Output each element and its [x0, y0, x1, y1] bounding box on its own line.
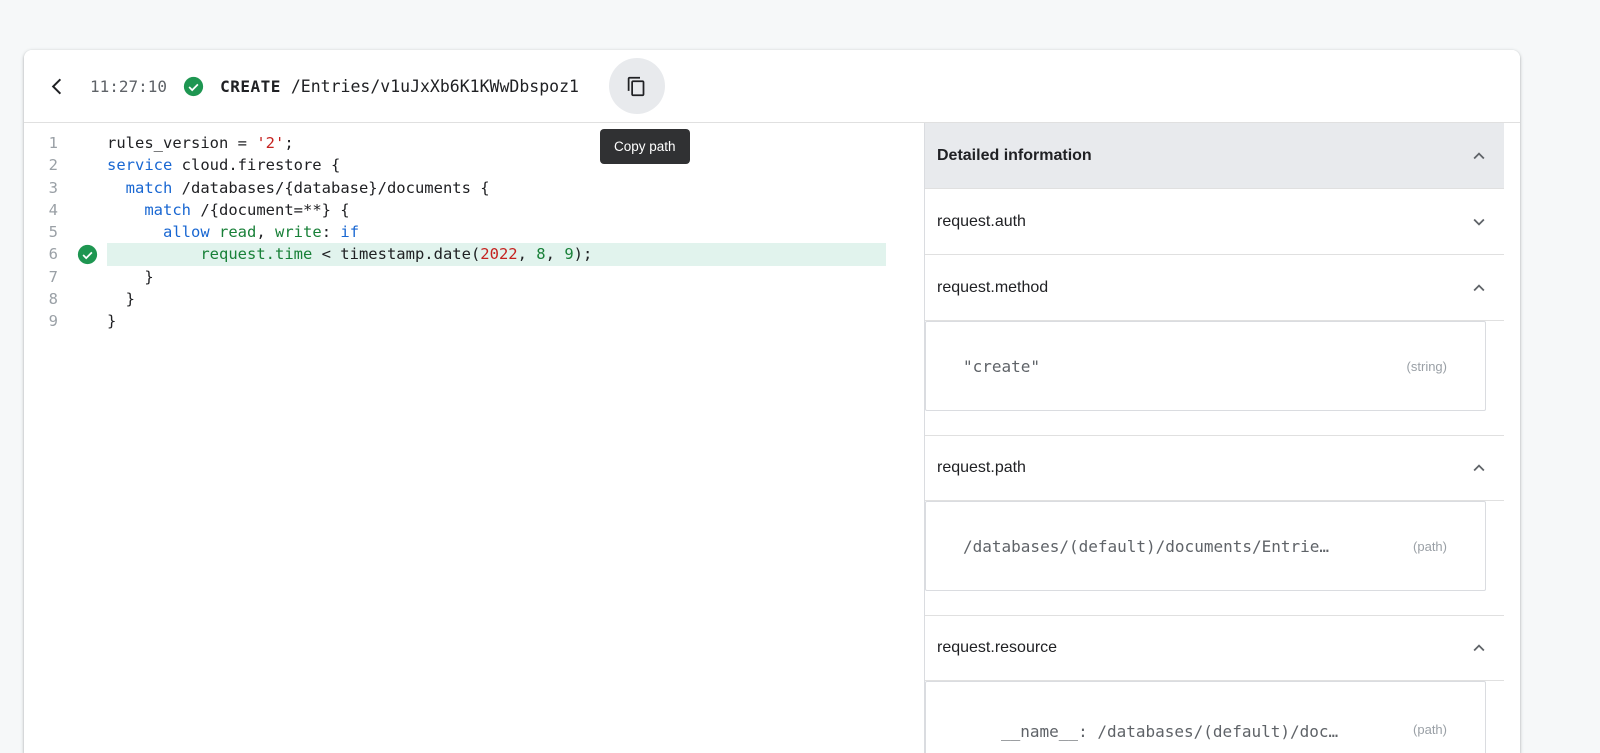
main-split: 1 rules_version = '2'; 2 service cloud.fire… [24, 123, 1520, 753]
code-text: request.time < timestamp.date(2022, 8, 9… [107, 243, 886, 265]
section-label: request.path [937, 459, 1026, 477]
chevron-up-icon [1468, 637, 1490, 659]
code-text: match /{document=**} { [107, 199, 886, 221]
code-text: match /databases/{database}/documents { [107, 177, 886, 199]
evaluation-timestamp: 11:27:10 [90, 77, 167, 96]
success-check-icon [183, 76, 204, 97]
chevron-up-icon [1468, 457, 1490, 479]
evaluation-header: 11:27:10 CREATE /Entries/v1uJxXb6K1KWwDb… [24, 50, 1520, 123]
code-text: service cloud.firestore { [107, 154, 886, 176]
detail-card-request-path: /databases/(default)/documents/Entrie… (p… [925, 501, 1486, 591]
panel-collapse-control [1468, 145, 1490, 167]
section-row-request-auth[interactable]: request.auth [925, 189, 1504, 255]
request-method-label: CREATE [220, 77, 281, 96]
chevron-up-icon [1468, 277, 1490, 299]
detail-card-request-method: "create" (string) [925, 321, 1486, 411]
back-arrow-icon [47, 77, 66, 96]
detail-value-type: (path) [1413, 722, 1447, 737]
line-number: 7 [24, 266, 58, 288]
line-number: 8 [24, 288, 58, 310]
code-line-4: 4 match /{document=**} { [24, 199, 886, 221]
code-line-6: 6 request.time < timestamp.date(2022, 8,… [24, 243, 886, 265]
line-gutter [58, 288, 107, 310]
code-line-8: 8 } [24, 288, 886, 310]
line-number: 6 [24, 243, 58, 265]
detail-value-type: (string) [1407, 359, 1447, 374]
detailed-information-header[interactable]: Detailed information [925, 123, 1504, 189]
section-row-request-resource[interactable]: request.resource [925, 615, 1504, 681]
back-button[interactable] [36, 66, 76, 106]
section-label: request.method [937, 279, 1048, 297]
line-status-gutter [58, 243, 107, 265]
line-gutter [58, 310, 107, 332]
detailed-information-panel: Detailed information request.authrequest… [924, 123, 1520, 753]
code-text: } [107, 310, 886, 332]
panel-title: Detailed information [937, 147, 1092, 165]
code-line-7: 7 } [24, 266, 886, 288]
line-number: 3 [24, 177, 58, 199]
section-row-request-method[interactable]: request.method [925, 255, 1504, 321]
line-number: 1 [24, 132, 58, 154]
code-text: } [107, 288, 886, 310]
detail-value: __name__: /databases/(default)/doc… [963, 722, 1405, 741]
line-number: 9 [24, 310, 58, 332]
detail-sections: request.auth request.method "create" (strin… [925, 189, 1504, 753]
code-text: } [107, 266, 886, 288]
section-label: request.resource [937, 639, 1057, 657]
line-number: 5 [24, 221, 58, 243]
evaluation-status [183, 76, 204, 97]
request-path-label: /Entries/v1uJxXb6K1KWwDbspoz1 [291, 77, 579, 96]
rules-playground-panel: 11:27:10 CREATE /Entries/v1uJxXb6K1KWwDb… [24, 50, 1520, 753]
code-lines: 1 rules_version = '2'; 2 service cloud.fire… [24, 132, 886, 333]
code-line-9: 9} [24, 310, 886, 332]
section-label: request.auth [937, 213, 1026, 231]
detail-value-type: (path) [1413, 539, 1447, 554]
line-gutter [58, 266, 107, 288]
copy-path-button[interactable] [609, 58, 665, 114]
copy-path-tooltip: Copy path [600, 129, 690, 164]
code-line-2: 2 service cloud.firestore { [24, 154, 886, 176]
line-gutter [58, 154, 107, 176]
chevron-down-icon [1468, 211, 1490, 233]
code-line-1: 1 rules_version = '2'; [24, 132, 886, 154]
code-text: allow read, write: if [107, 221, 886, 243]
copy-icon [626, 76, 647, 97]
line-gutter [58, 221, 107, 243]
detail-value: /databases/(default)/documents/Entrie… [963, 537, 1405, 556]
section-row-request-path[interactable]: request.path [925, 435, 1504, 501]
detail-value: "create" [963, 357, 1399, 376]
line-gutter [58, 199, 107, 221]
chevron-up-icon [1468, 145, 1490, 167]
line-number: 4 [24, 199, 58, 221]
rules-editor[interactable]: 1 rules_version = '2'; 2 service cloud.fire… [24, 123, 924, 753]
code-line-3: 3 match /databases/{database}/documents … [24, 177, 886, 199]
code-text: rules_version = '2'; [107, 132, 886, 154]
detail-card-request-resource: __name__: /databases/(default)/doc… (path… [925, 681, 1486, 753]
code-line-5: 5 allow read, write: if [24, 221, 886, 243]
line-gutter [58, 132, 107, 154]
line-gutter [58, 177, 107, 199]
line-number: 2 [24, 154, 58, 176]
line-check-icon [77, 244, 98, 265]
